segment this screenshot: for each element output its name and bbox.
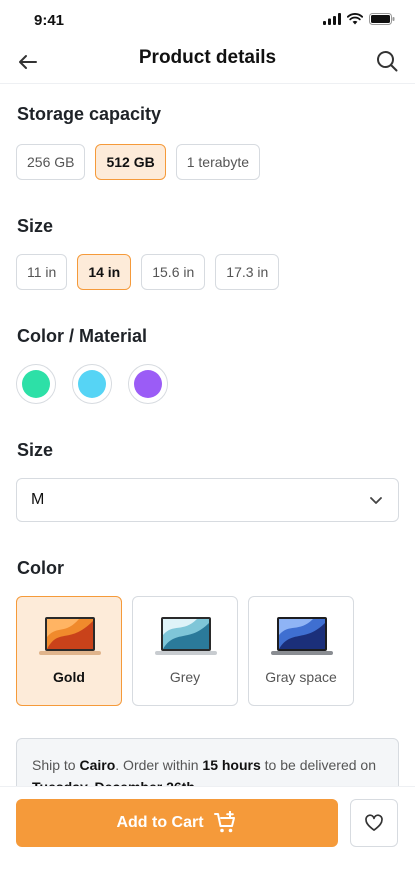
storage-option-512gb[interactable]: 512 GB [95, 144, 166, 180]
swatch-dot [22, 370, 50, 398]
size-option-14in[interactable]: 14 in [77, 254, 132, 290]
laptop-grey-image [155, 617, 217, 655]
swatch-purple[interactable] [128, 364, 168, 404]
add-to-cart-label: Add to Cart [116, 814, 204, 831]
page-title: Product details [138, 47, 277, 68]
shipping-suffix: to be delivered on [260, 757, 376, 773]
swatch-cyan[interactable] [72, 364, 112, 404]
swatch-dot [78, 370, 106, 398]
laptop-gold-image [39, 617, 101, 655]
color-title: Color [17, 558, 64, 578]
shipping-duration: 15 hours [202, 757, 261, 773]
size-title: Size [17, 216, 54, 236]
material-swatches [16, 364, 168, 404]
size-option-17-3in[interactable]: 17.3 in [215, 254, 280, 290]
shipping-mid: . Order within [115, 757, 203, 773]
battery-icon [369, 13, 395, 25]
size-options: 11 in 14 in 15.6 in 17.3 in [16, 254, 280, 290]
storage-options: 256 GB 512 GB 1 terabyte [16, 144, 260, 180]
search-icon[interactable] [375, 49, 399, 73]
size-option-15-6in[interactable]: 15.6 in [141, 254, 206, 290]
color-options: Gold Grey Gray space [16, 596, 354, 706]
status-icons [323, 13, 395, 25]
status-time: 9:41 [34, 12, 65, 29]
color-option-label: Gray space [265, 669, 337, 685]
bottom-action-bar: Add to Cart [0, 786, 415, 896]
size-dropdown-value: M [31, 491, 45, 508]
size-select-title: Size [17, 440, 54, 460]
storage-option-1tb[interactable]: 1 terabyte [175, 144, 260, 180]
shipping-city: Cairo [79, 757, 116, 773]
cart-plus-icon [213, 811, 235, 833]
add-to-cart-button[interactable]: Add to Cart [16, 799, 338, 847]
color-option-gray-space[interactable]: Gray space [248, 596, 354, 706]
storage-title: Storage capacity [17, 104, 162, 124]
color-option-grey[interactable]: Grey [132, 596, 238, 706]
color-option-label: Gold [53, 669, 85, 685]
swatch-dot [134, 370, 162, 398]
chevron-down-icon [370, 497, 382, 504]
status-bar: 9:41 [0, 0, 415, 44]
material-title: Color / Material [17, 326, 148, 346]
storage-option-256gb[interactable]: 256 GB [16, 144, 86, 180]
wishlist-button[interactable] [350, 799, 398, 847]
color-option-gold[interactable]: Gold [16, 596, 122, 706]
size-dropdown[interactable]: M [16, 478, 399, 522]
nav-bar: Product details [0, 40, 415, 84]
size-option-11in[interactable]: 11 in [16, 254, 68, 290]
wifi-icon [347, 13, 363, 25]
color-option-label: Grey [169, 669, 201, 685]
laptop-gray-space-image [271, 617, 333, 655]
signal-icon [323, 13, 341, 25]
swatch-green[interactable] [16, 364, 56, 404]
shipping-prefix: Ship to [32, 757, 80, 773]
heart-icon [365, 814, 383, 831]
